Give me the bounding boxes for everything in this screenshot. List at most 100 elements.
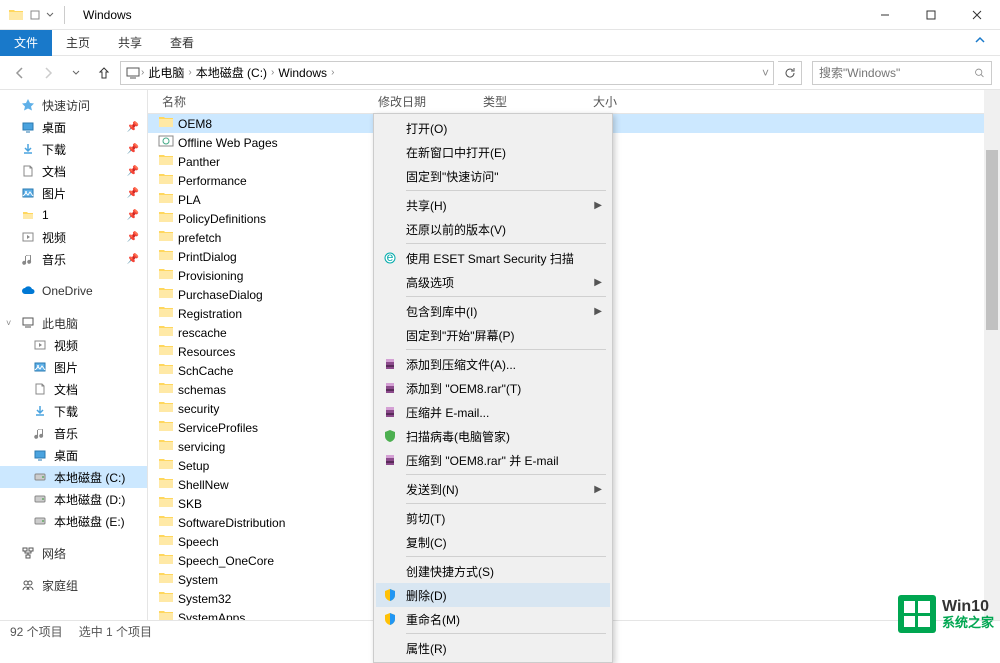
sidebar: 快速访问 桌面📌下载📌文档📌图片📌1📌视频📌音乐📌 OneDrive ˅ 此电脑… (0, 90, 148, 620)
sidebar-item[interactable]: 文档📌 (0, 160, 147, 182)
file-name: PrintDialog (178, 250, 237, 264)
pc-icon (125, 65, 141, 81)
up-button[interactable] (92, 61, 116, 85)
sidebar-item[interactable]: 1📌 (0, 204, 147, 226)
sidebar-item[interactable]: 文档 (0, 378, 147, 400)
down-icon[interactable] (46, 11, 54, 19)
tab-share[interactable]: 共享 (104, 30, 156, 56)
menu-item[interactable]: 复制(C) (376, 530, 610, 554)
sidebar-item[interactable]: 下载 (0, 400, 147, 422)
close-button[interactable] (954, 0, 1000, 30)
menu-item[interactable]: 固定到"快速访问" (376, 164, 610, 188)
file-name: Setup (178, 459, 209, 473)
sidebar-this-pc[interactable]: ˅ 此电脑 (0, 312, 147, 334)
menu-item[interactable]: 添加到 "OEM8.rar"(T) (376, 376, 610, 400)
menu-item-label: 创建快捷方式(S) (406, 563, 494, 580)
recent-button[interactable] (64, 61, 88, 85)
folder-icon (158, 438, 174, 455)
tab-view[interactable]: 查看 (156, 30, 208, 56)
menu-item[interactable]: 发送到(N) ▶ (376, 477, 610, 501)
menu-item[interactable]: 固定到"开始"屏幕(P) (376, 323, 610, 347)
ribbon-toggle[interactable] (960, 35, 1000, 50)
folder-icon (158, 286, 174, 303)
sidebar-item[interactable]: 音乐 (0, 422, 147, 444)
menu-item[interactable]: 还原以前的版本(V) (376, 217, 610, 241)
menu-item-label: 发送到(N) (406, 481, 459, 498)
rar-icon (382, 356, 398, 372)
chevron-right-icon: ▶ (594, 484, 602, 495)
menu-item[interactable]: 压缩到 "OEM8.rar" 并 E-mail (376, 448, 610, 472)
refresh-button[interactable] (778, 61, 802, 85)
sidebar-item[interactable]: 音乐📌 (0, 248, 147, 270)
breadcrumb-item[interactable]: 本地磁盘 (C:) (192, 64, 271, 81)
menu-item[interactable]: 共享(H)▶ (376, 193, 610, 217)
scrollbar[interactable] (984, 90, 1000, 620)
sidebar-item-label: 桌面 (54, 447, 78, 464)
sidebar-onedrive[interactable]: OneDrive (0, 280, 147, 302)
separator (64, 6, 65, 24)
titlebar-left: Windows (0, 6, 132, 24)
scrollbar-thumb[interactable] (986, 150, 998, 330)
back-button[interactable] (8, 61, 32, 85)
chevron-icon[interactable]: › (331, 67, 334, 78)
menu-item[interactable]: 删除(D) (376, 583, 610, 607)
sidebar-item[interactable]: 视频📌 (0, 226, 147, 248)
menu-item[interactable]: 属性(R) (376, 636, 610, 660)
sidebar-item[interactable]: 桌面📌 (0, 116, 147, 138)
menu-item[interactable]: 压缩并 E-mail... (376, 400, 610, 424)
pin-icon: 📌 (127, 210, 139, 221)
column-type[interactable]: 类型 (483, 90, 593, 113)
maximize-button[interactable] (908, 0, 954, 30)
breadcrumb-item[interactable]: 此电脑 (144, 64, 188, 81)
sidebar-network[interactable]: 网络 (0, 542, 147, 564)
breadcrumb-item[interactable]: Windows (274, 66, 331, 80)
sidebar-item[interactable]: 桌面 (0, 444, 147, 466)
sidebar-item-label: 本地磁盘 (E:) (54, 513, 125, 530)
search-input[interactable] (819, 66, 974, 80)
column-date[interactable]: 修改日期 (378, 90, 483, 113)
sidebar-item[interactable]: 下载📌 (0, 138, 147, 160)
menu-item[interactable]: 在新窗口中打开(E) (376, 140, 610, 164)
sidebar-item[interactable]: 图片📌 (0, 182, 147, 204)
minimize-button[interactable] (862, 0, 908, 30)
file-name: OEM8 (178, 117, 212, 131)
menu-separator (406, 296, 606, 297)
expand-icon[interactable]: ˅ (6, 318, 11, 328)
menu-item[interactable]: 重命名(M) (376, 607, 610, 631)
sidebar-item[interactable]: 图片 (0, 356, 147, 378)
sidebar-item-label: 图片 (42, 185, 66, 202)
menu-item[interactable]: 剪切(T) (376, 506, 610, 530)
sidebar-item[interactable]: 本地磁盘 (D:) (0, 488, 147, 510)
folder-icon (158, 590, 174, 607)
sidebar-item-label: 下载 (54, 403, 78, 420)
tab-file[interactable]: 文件 (0, 30, 52, 56)
folder-icon (8, 7, 24, 23)
search-box[interactable] (812, 61, 992, 85)
sidebar-item[interactable]: 视频 (0, 334, 147, 356)
qat-icon[interactable] (30, 10, 40, 20)
forward-button[interactable] (36, 61, 60, 85)
menu-item-label: 包含到库中(I) (406, 303, 477, 320)
sidebar-item-label: 图片 (54, 359, 78, 376)
sidebar-item[interactable]: 本地磁盘 (E:) (0, 510, 147, 532)
network-icon (20, 545, 36, 561)
menu-item[interactable]: e使用 ESET Smart Security 扫描 (376, 246, 610, 270)
menu-item[interactable]: 扫描病毒(电脑管家) (376, 424, 610, 448)
menu-item[interactable]: 打开(O) (376, 116, 610, 140)
ribbon-tabs: 文件 主页 共享 查看 (0, 30, 1000, 56)
sidebar-item[interactable]: 本地磁盘 (C:) (0, 466, 147, 488)
dropdown-icon[interactable]: ˅ (762, 66, 769, 80)
context-menu: 打开(O)在新窗口中打开(E)固定到"快速访问" 共享(H)▶还原以前的版本(V)… (373, 113, 613, 663)
menu-item[interactable]: 创建快捷方式(S) (376, 559, 610, 583)
file-name: SchCache (178, 364, 233, 378)
sidebar-quick-access[interactable]: 快速访问 (0, 94, 147, 116)
file-name: SystemApps (178, 611, 245, 621)
menu-item[interactable]: 包含到库中(I)▶ (376, 299, 610, 323)
breadcrumb[interactable]: › 此电脑 › 本地磁盘 (C:) › Windows › ˅ (120, 61, 774, 85)
menu-item[interactable]: 高级选项▶ (376, 270, 610, 294)
column-name[interactable]: 名称 (148, 90, 378, 113)
sidebar-homegroup[interactable]: 家庭组 (0, 574, 147, 596)
column-size[interactable]: 大小 (593, 90, 673, 113)
tab-home[interactable]: 主页 (52, 30, 104, 56)
menu-item[interactable]: 添加到压缩文件(A)... (376, 352, 610, 376)
